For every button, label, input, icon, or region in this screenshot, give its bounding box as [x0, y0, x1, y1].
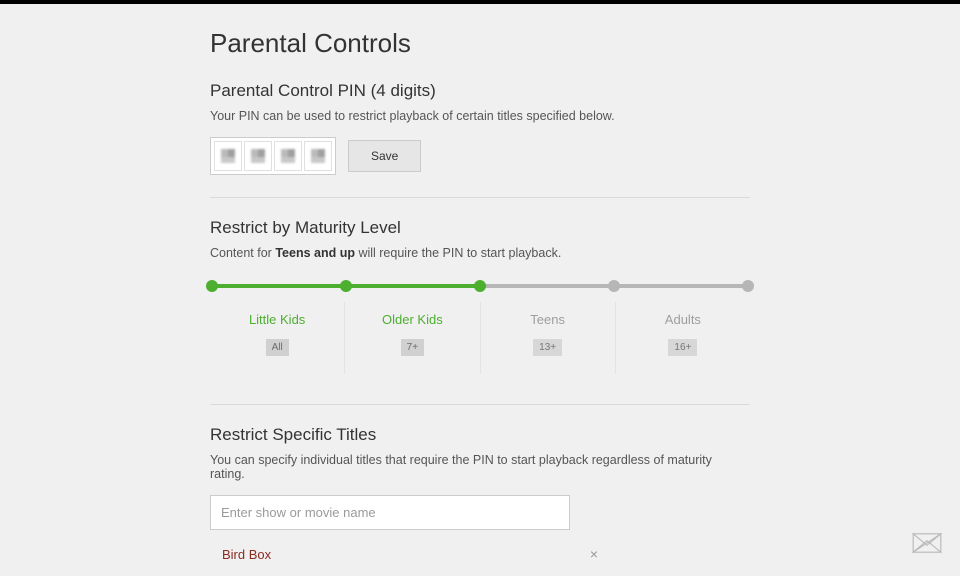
page-title: Parental Controls [210, 28, 750, 59]
age-badge: 16+ [668, 339, 697, 356]
level-older-kids[interactable]: Older Kids 7+ [344, 302, 479, 374]
title-search-input[interactable] [210, 495, 570, 530]
pin-row: Save [210, 137, 750, 175]
pin-digit-1[interactable] [214, 141, 242, 171]
age-badge: 7+ [401, 339, 424, 356]
slider-dot-2[interactable] [474, 280, 486, 292]
remove-title-button[interactable]: × [584, 544, 604, 564]
maturity-desc-bold: Teens and up [275, 246, 355, 260]
specific-heading: Restrict Specific Titles [210, 425, 750, 445]
level-little-kids[interactable]: Little Kids All [210, 302, 344, 374]
slider-dot-4[interactable] [742, 280, 754, 292]
pin-heading: Parental Control PIN (4 digits) [210, 81, 750, 101]
level-teens[interactable]: Teens 13+ [480, 302, 615, 374]
restricted-title-row: Bird Box × [210, 544, 610, 564]
level-adults[interactable]: Adults 16+ [615, 302, 750, 374]
pin-digit-2[interactable] [244, 141, 272, 171]
pin-digit-4[interactable] [304, 141, 332, 171]
divider [210, 197, 750, 198]
slider-dot-3[interactable] [608, 280, 620, 292]
level-label: Adults [616, 312, 750, 327]
save-button[interactable]: Save [348, 140, 421, 172]
slider-dot-0[interactable] [206, 280, 218, 292]
maturity-description: Content for Teens and up will require th… [210, 246, 750, 260]
pin-digit-3[interactable] [274, 141, 302, 171]
maturity-heading: Restrict by Maturity Level [210, 218, 750, 238]
age-badge: All [266, 339, 289, 356]
pin-description: Your PIN can be used to restrict playbac… [210, 109, 750, 123]
specific-description: You can specify individual titles that r… [210, 453, 750, 481]
divider [210, 404, 750, 405]
age-badge: 13+ [533, 339, 562, 356]
level-label: Older Kids [345, 312, 479, 327]
level-label: Little Kids [210, 312, 344, 327]
maturity-desc-prefix: Content for [210, 246, 275, 260]
maturity-levels: Little Kids All Older Kids 7+ Teens 13+ … [210, 302, 750, 374]
watermark-logo [904, 520, 950, 566]
restricted-title-name: Bird Box [222, 547, 271, 562]
slider-track[interactable] [212, 280, 748, 292]
slider-dot-1[interactable] [340, 280, 352, 292]
level-label: Teens [481, 312, 615, 327]
pin-input-group [210, 137, 336, 175]
parental-controls-page: Parental Controls Parental Control PIN (… [210, 28, 750, 564]
maturity-desc-suffix: will require the PIN to start playback. [355, 246, 561, 260]
maturity-slider[interactable]: Little Kids All Older Kids 7+ Teens 13+ … [210, 280, 750, 374]
